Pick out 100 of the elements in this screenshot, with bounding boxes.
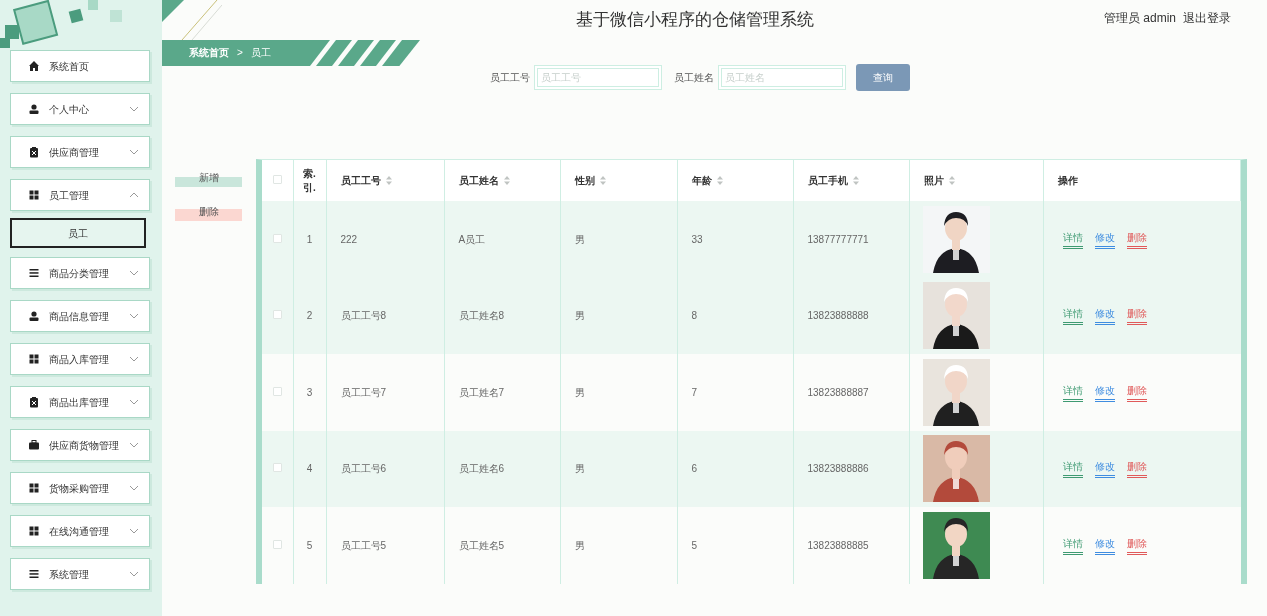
list-icon	[28, 267, 40, 279]
sort-icon[interactable]	[852, 176, 859, 185]
menu-item[interactable]: 供应商管理	[10, 136, 150, 168]
table-cell: 2	[306, 310, 313, 322]
delete-link[interactable]: 删除	[1126, 459, 1147, 479]
grid-icon	[28, 525, 40, 537]
chevron-down-icon	[129, 571, 139, 577]
column-header[interactable]: 性别	[574, 173, 595, 188]
menu-item[interactable]: 系统管理	[10, 558, 150, 590]
table-row[interactable]: 1 222 A员工 男 33 13877777771 详情 修改 删除	[262, 201, 1241, 278]
table-cell: 员工姓名8	[458, 310, 505, 322]
column-header[interactable]: 员工手机	[807, 173, 848, 188]
sort-icon[interactable]	[716, 176, 723, 185]
grid-icon	[28, 482, 40, 494]
delete-link[interactable]: 删除	[1126, 382, 1147, 402]
column-header: 操作	[1057, 173, 1078, 188]
menu-item[interactable]: 员工管理	[10, 179, 150, 211]
table-cell: 员工工号8	[340, 310, 387, 322]
sort-icon[interactable]	[948, 176, 955, 185]
home-icon	[28, 60, 40, 72]
table-cell: 男	[574, 463, 585, 475]
submenu-item[interactable]: 员工	[10, 218, 146, 248]
checkbox[interactable]	[272, 175, 282, 184]
menu-item[interactable]: 货物采购管理	[10, 472, 150, 504]
sort-icon[interactable]	[599, 176, 606, 185]
table-cell: 4	[306, 463, 313, 475]
chevron-down-icon	[129, 399, 139, 405]
checkbox[interactable]	[272, 233, 282, 243]
column-header[interactable]: 照片	[923, 173, 944, 188]
table-cell: 5	[306, 539, 313, 551]
column-header[interactable]: 年龄	[691, 173, 712, 188]
table-cell: 13823888886	[807, 463, 869, 475]
menu-item[interactable]: 商品出库管理	[10, 386, 150, 418]
table-cell: 1	[306, 233, 313, 245]
table-cell: 员工姓名5	[458, 539, 505, 551]
edit-link[interactable]: 修改	[1094, 535, 1115, 555]
field-label: 员工工号	[489, 71, 530, 85]
delete-link[interactable]: 删除	[1126, 306, 1147, 326]
menu-item[interactable]: 供应商货物管理	[10, 429, 150, 461]
details-link[interactable]: 详情	[1062, 382, 1083, 402]
user-label: 管理员 admin	[1103, 10, 1176, 27]
breadcrumb-separator: >	[237, 46, 243, 60]
checkbox[interactable]	[272, 539, 282, 549]
table-cell: 13877777771	[807, 233, 869, 245]
chevron-down-icon	[129, 485, 139, 491]
checkbox[interactable]	[272, 463, 282, 473]
person-icon	[28, 310, 40, 322]
clipboard-icon	[28, 396, 40, 408]
table-cell: 13823888885	[807, 539, 869, 551]
table-cell: 员工工号5	[340, 539, 387, 551]
stripe-decoration	[162, 0, 222, 40]
table-cell: 6	[691, 463, 698, 475]
chevron-up-icon	[129, 192, 139, 198]
table-cell: 男	[574, 386, 585, 398]
menu-item[interactable]: 系统首页	[10, 50, 150, 82]
table-row[interactable]: 4 员工工号6 员工姓名6 男 6 13823888886 详情 修改 删除	[262, 430, 1241, 507]
table-cell: 男	[574, 539, 585, 551]
menu-item[interactable]: 个人中心	[10, 93, 150, 125]
table-cell: 员工姓名7	[458, 386, 505, 398]
edit-link[interactable]: 修改	[1094, 229, 1115, 249]
table-cell: 5	[691, 539, 698, 551]
details-link[interactable]: 详情	[1062, 306, 1083, 326]
table-row[interactable]: 2 员工工号8 员工姓名8 男 8 13823888888 详情 修改 删除	[262, 277, 1241, 354]
chevron-down-icon	[129, 442, 139, 448]
edit-link[interactable]: 修改	[1094, 382, 1115, 402]
delete-link[interactable]: 删除	[1126, 229, 1147, 249]
briefcase-icon	[28, 439, 40, 451]
details-link[interactable]: 详情	[1062, 459, 1083, 479]
table-cell: 13823888888	[807, 310, 869, 322]
table-cell: 13823888887	[807, 386, 869, 398]
sort-icon[interactable]	[385, 176, 392, 185]
column-header[interactable]: 员工工号	[340, 173, 381, 188]
list-icon	[28, 568, 40, 580]
checkbox[interactable]	[272, 310, 282, 320]
grid-icon	[28, 353, 40, 365]
logout-link[interactable]: 退出登录	[1183, 9, 1231, 27]
menu-item[interactable]: 商品信息管理	[10, 300, 150, 332]
table-cell: 3	[306, 386, 313, 398]
details-link[interactable]: 详情	[1062, 535, 1083, 555]
checkbox[interactable]	[272, 386, 282, 396]
chevron-down-icon	[129, 149, 139, 155]
column-header[interactable]: 员工姓名	[458, 173, 499, 188]
chevron-down-icon	[129, 106, 139, 112]
column-header: 索. 引.	[303, 166, 316, 195]
chevron-down-icon	[129, 270, 139, 276]
edit-link[interactable]: 修改	[1094, 306, 1115, 326]
edit-link[interactable]: 修改	[1094, 459, 1115, 479]
menu-item[interactable]: 在线沟通管理	[10, 515, 150, 547]
chevron-down-icon	[129, 528, 139, 534]
table-row[interactable]: 5 员工工号5 员工姓名5 男 5 13823888885 详情 修改 删除	[262, 507, 1241, 584]
table-row[interactable]: 3 员工工号7 员工姓名7 男 7 13823888887 详情 修改 删除	[262, 354, 1241, 431]
grid-icon	[28, 189, 40, 201]
menu-item[interactable]: 商品分类管理	[10, 257, 150, 289]
clipboard-icon	[28, 146, 40, 158]
delete-link[interactable]: 删除	[1126, 535, 1147, 555]
sort-icon[interactable]	[503, 176, 510, 185]
table-cell: 8	[691, 310, 698, 322]
menu-item[interactable]: 商品入库管理	[10, 343, 150, 375]
chevron-down-icon	[129, 313, 139, 319]
details-link[interactable]: 详情	[1062, 229, 1083, 249]
